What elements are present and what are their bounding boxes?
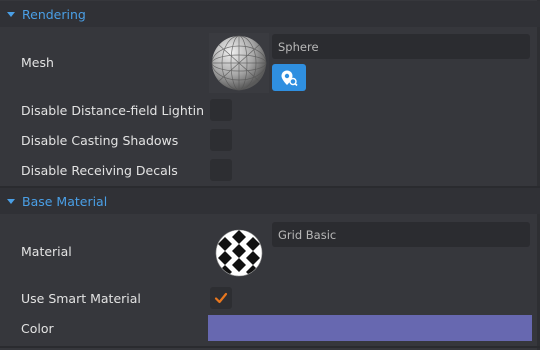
- section-divider: [0, 346, 540, 348]
- section-header-base-material[interactable]: Base Material: [0, 188, 540, 214]
- disable-receiving-decals-checkbox[interactable]: [210, 159, 232, 181]
- disable-receiving-decals-label: Disable Receiving Decals: [21, 163, 178, 178]
- collapse-arrow-icon: [7, 11, 15, 17]
- sphere-wireframe-icon: [209, 33, 269, 93]
- locate-asset-icon: [281, 70, 298, 86]
- material-thumbnail[interactable]: [213, 227, 265, 279]
- use-smart-material-checkbox[interactable]: [210, 287, 232, 309]
- mesh-label: Mesh: [21, 55, 54, 70]
- collapse-arrow-icon: [7, 198, 15, 204]
- locate-mesh-button[interactable]: [272, 64, 306, 91]
- material-label: Material: [21, 244, 72, 259]
- color-label: Color: [21, 321, 54, 336]
- section-title: Rendering: [22, 6, 86, 22]
- checker-sphere-icon: [215, 229, 263, 277]
- use-smart-material-label: Use Smart Material: [21, 291, 141, 306]
- disable-distance-field-label: Disable Distance-field Lightin: [21, 103, 205, 118]
- mesh-name-field[interactable]: Sphere: [272, 34, 530, 59]
- checkmark-icon: [214, 292, 228, 304]
- material-name-field[interactable]: Grid Basic: [272, 222, 530, 247]
- section-header-rendering[interactable]: Rendering: [0, 1, 540, 27]
- disable-casting-shadows-checkbox[interactable]: [210, 129, 232, 151]
- disable-casting-shadows-label: Disable Casting Shadows: [21, 133, 179, 148]
- mesh-thumbnail[interactable]: [209, 33, 269, 93]
- section-title: Base Material: [22, 193, 108, 209]
- disable-distance-field-checkbox[interactable]: [210, 99, 232, 121]
- color-picker-swatch[interactable]: [208, 315, 532, 341]
